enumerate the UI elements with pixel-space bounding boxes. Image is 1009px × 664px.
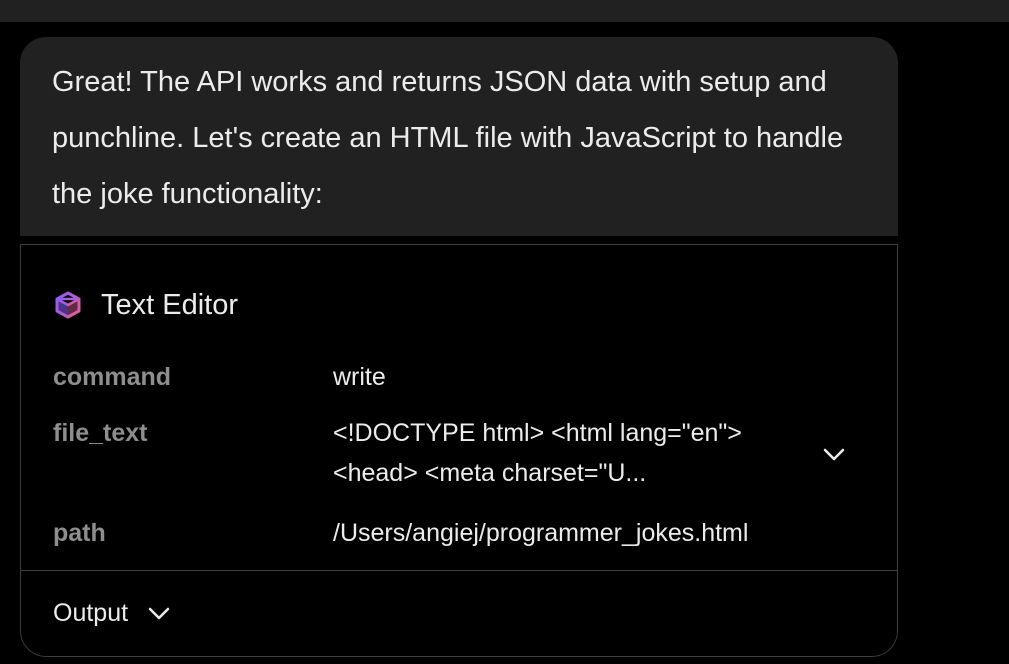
param-key: file_text <box>53 419 148 447</box>
param-value: <!DOCTYPE html> <html lang="en"> <head> … <box>333 419 742 487</box>
chevron-down-icon[interactable] <box>821 441 847 467</box>
param-key: command <box>53 363 172 391</box>
tool-title: Text Editor <box>101 288 238 321</box>
chevron-down-icon <box>148 607 170 620</box>
top-bar <box>0 0 1009 22</box>
message-bubble: Great! The API works and returns JSON da… <box>20 37 898 236</box>
divider <box>21 570 897 571</box>
param-value: write <box>333 363 386 391</box>
tool-call-panel: Text Editor command write file_text <!DO… <box>20 244 898 657</box>
param-key: path <box>53 519 106 547</box>
output-label: Output <box>53 598 129 627</box>
tool-header: Text Editor <box>53 285 238 325</box>
cube-icon <box>55 291 81 319</box>
param-value: /Users/angiej/programmer_jokes.html <box>333 519 749 547</box>
assistant-message-card: Great! The API works and returns JSON da… <box>20 37 898 657</box>
message-text: Great! The API works and returns JSON da… <box>52 66 844 210</box>
output-toggle[interactable]: Output <box>53 593 172 633</box>
